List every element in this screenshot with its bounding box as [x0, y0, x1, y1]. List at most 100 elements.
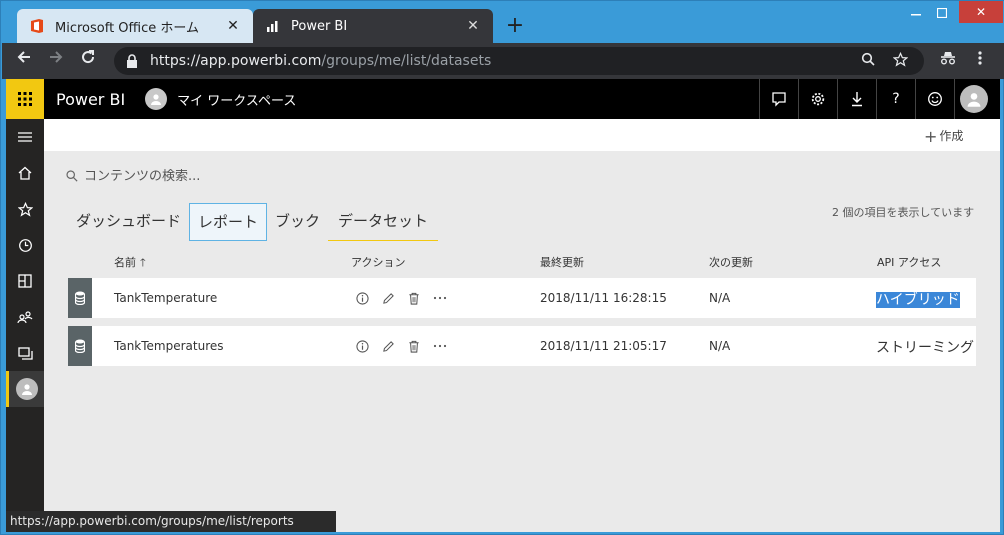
content-tabs: ダッシュボード レポート ブック データセット — [68, 203, 439, 241]
app-launcher-button[interactable] — [6, 79, 44, 119]
notifications-button[interactable] — [759, 79, 798, 119]
people-icon — [17, 311, 33, 324]
delete-button[interactable] — [406, 290, 422, 306]
plus-icon: + — [924, 127, 938, 146]
feedback-button[interactable] — [915, 79, 954, 119]
person-icon — [21, 384, 32, 395]
tab-power-bi[interactable]: Power BI ✕ — [253, 9, 493, 43]
table-row[interactable]: TankTemperature 2018/11/11 16:28:15 N/A … — [68, 278, 976, 318]
info-icon — [355, 291, 369, 305]
nav-home[interactable] — [6, 155, 44, 191]
powerbi-icon — [267, 21, 278, 32]
tab-reports[interactable]: レポート — [189, 203, 268, 241]
bookmark-button[interactable] — [888, 51, 912, 71]
incognito-button[interactable] — [932, 45, 964, 77]
nav-favorites[interactable] — [6, 191, 44, 227]
workspaces-icon — [17, 346, 33, 360]
nav-recent[interactable] — [6, 227, 44, 263]
toolbar-right — [932, 45, 996, 77]
status-bar-url: https://app.powerbi.com/groups/me/list/r… — [6, 511, 336, 532]
nav-my-workspace[interactable] — [6, 371, 44, 407]
maximize-button[interactable] — [931, 1, 953, 25]
dataset-name[interactable]: TankTemperature — [114, 291, 217, 305]
search-box[interactable] — [66, 165, 366, 187]
nav-toggle-button[interactable] — [6, 119, 44, 155]
nav-workspaces[interactable] — [6, 335, 44, 371]
action-bar: + 作成 — [44, 119, 1000, 151]
create-button[interactable]: + 作成 — [924, 127, 963, 146]
info-button[interactable] — [354, 290, 370, 306]
edit-button[interactable] — [380, 290, 396, 306]
more-button[interactable] — [432, 338, 448, 354]
table-row[interactable]: TankTemperatures 2018/11/11 21:05:17 N/A… — [68, 326, 976, 366]
tab-dashboards[interactable]: ダッシュボード — [68, 203, 189, 241]
lock-icon — [127, 54, 137, 68]
nav-apps[interactable] — [6, 263, 44, 299]
star-icon — [892, 51, 908, 67]
workspace-avatar[interactable] — [145, 88, 168, 110]
api-access: ストリーミング — [876, 340, 974, 356]
help-icon: ? — [892, 91, 900, 107]
close-icon[interactable]: ✕ — [465, 18, 481, 34]
avatar — [960, 85, 988, 113]
browser-toolbar: https://app.powerbi.com/groups/me/list/d… — [2, 43, 1004, 79]
browser-window: Microsoft Office ホーム ✕ Power BI ✕ + ✕ ht… — [0, 0, 1004, 535]
back-button[interactable] — [8, 45, 40, 77]
delete-button[interactable] — [406, 338, 422, 354]
minimize-button[interactable] — [906, 1, 926, 25]
column-name-label: 名前 — [114, 256, 136, 269]
sort-up-icon: 🡑 — [140, 256, 146, 269]
header-actions: ? — [759, 79, 993, 119]
gear-icon — [811, 92, 825, 106]
more-vertical-icon — [978, 51, 982, 65]
clock-icon — [18, 238, 32, 252]
help-button[interactable]: ? — [876, 79, 915, 119]
url-path: /groups/me/list/datasets — [321, 53, 492, 69]
settings-button[interactable] — [798, 79, 837, 119]
workspace-name[interactable]: マイ ワークスペース — [177, 90, 296, 109]
tab-office-home[interactable]: Microsoft Office ホーム ✕ — [17, 9, 253, 43]
powerbi-header: Power BI マイ ワークスペース ? — [6, 79, 1000, 119]
magnifier-icon — [861, 52, 875, 66]
zoom-button[interactable] — [856, 52, 880, 70]
trash-icon — [409, 340, 419, 353]
tab-strip: Microsoft Office ホーム ✕ Power BI ✕ + ✕ — [1, 1, 1004, 43]
download-button[interactable] — [837, 79, 876, 119]
create-label: 作成 — [939, 129, 964, 143]
dataset-name[interactable]: TankTemperatures — [114, 339, 224, 353]
close-icon[interactable]: ✕ — [225, 18, 241, 34]
column-header-last-refresh[interactable]: 最終更新 — [540, 254, 584, 270]
column-header-name[interactable]: 名前 🡑 — [114, 254, 146, 273]
person-icon — [967, 93, 981, 107]
row-actions — [354, 290, 448, 306]
new-tab-button[interactable]: + — [501, 13, 529, 41]
tab-title: Microsoft Office ホーム — [55, 20, 199, 36]
waffle-icon — [18, 92, 32, 106]
left-navigation — [6, 119, 44, 532]
info-icon — [355, 339, 369, 353]
tab-workbooks[interactable]: ブック — [267, 203, 328, 241]
app-name[interactable]: Power BI — [56, 90, 125, 109]
minimize-icon — [911, 14, 921, 16]
forward-button[interactable] — [40, 45, 72, 77]
window-close-button[interactable]: ✕ — [959, 1, 1003, 23]
next-refresh: N/A — [709, 291, 731, 305]
api-access-value: ハイブリッド — [876, 292, 960, 308]
arrow-right-icon — [50, 51, 63, 63]
reload-button[interactable] — [72, 45, 104, 77]
more-button[interactable] — [432, 290, 448, 306]
column-header-actions: アクション — [351, 256, 406, 269]
column-header-next-refresh[interactable]: 次の更新 — [709, 254, 753, 270]
menu-button[interactable] — [964, 45, 996, 77]
tab-datasets[interactable]: データセット — [328, 203, 439, 241]
main-content: +作成 ダッシュボード レポート ブック データセット 2 個の項目を表示してい… — [44, 119, 1000, 532]
info-button[interactable] — [354, 338, 370, 354]
edit-button[interactable] — [380, 338, 396, 354]
address-bar[interactable]: https://app.powerbi.com/groups/me/list/d… — [114, 47, 924, 75]
nav-shared[interactable] — [6, 299, 44, 335]
close-icon: ✕ — [975, 5, 987, 19]
arrow-left-icon — [17, 51, 30, 63]
hamburger-icon — [18, 132, 32, 142]
search-input[interactable] — [84, 168, 344, 184]
account-button[interactable] — [954, 79, 993, 119]
